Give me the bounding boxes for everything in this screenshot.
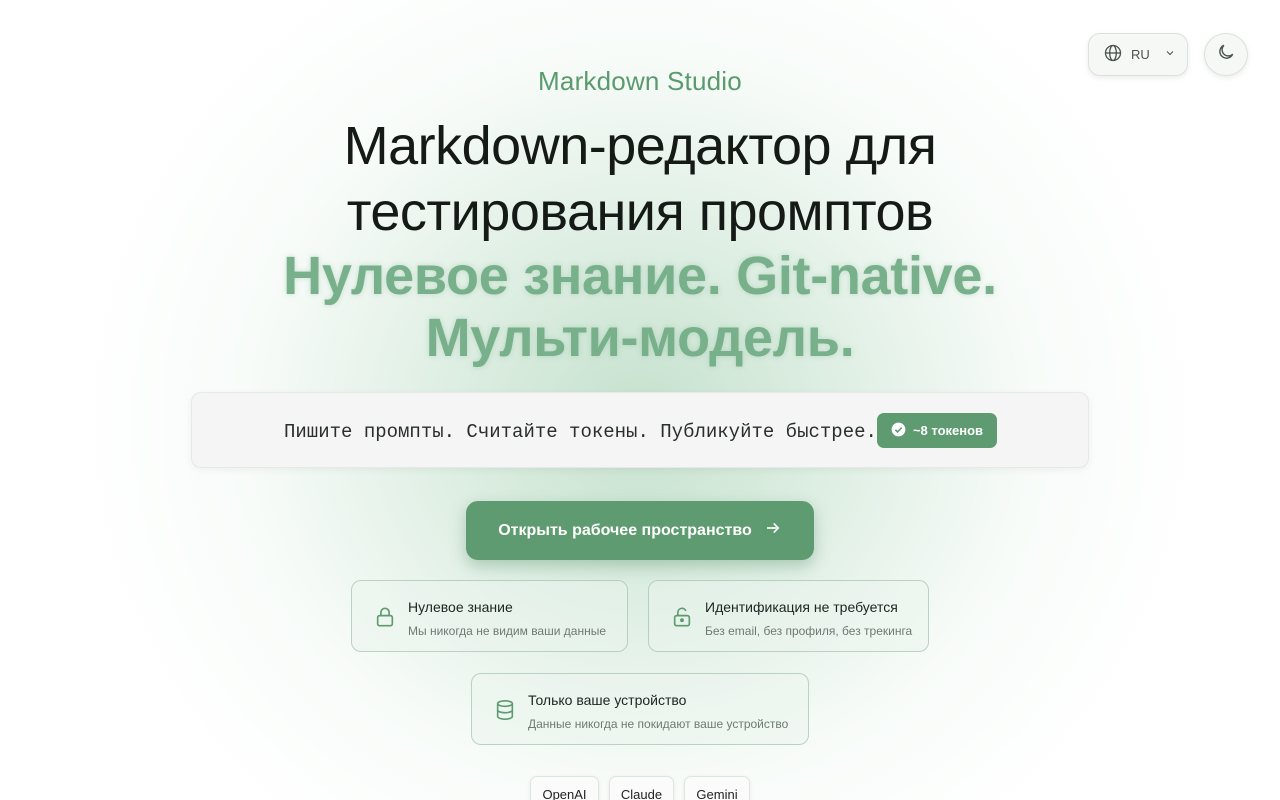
moon-icon [1216,42,1236,67]
model-chip-gemini: Gemini [684,776,750,800]
token-count-badge: ~8 токенов [877,413,997,448]
globe-icon [1103,43,1123,66]
open-workspace-button[interactable]: Открыть рабочее пространство [466,501,814,560]
tagline: Нулевое знание. Git-native. Мульти-модел… [0,245,1280,369]
page-headline: Markdown-редактор для тестирования промп… [0,113,1280,245]
brand-title: Markdown Studio [538,66,742,96]
feature-title: Идентификация не требуется [705,599,898,615]
check-circle-icon [891,422,906,440]
feature-title: Нулевое знание [408,599,513,615]
feature-card-no-identification: Идентификация не требуется Без email, бе… [648,580,929,652]
headline-line-1: Markdown-редактор для [343,116,937,176]
feature-card-zero-knowledge: Нулевое знание Мы никогда не видим ваши … [351,580,628,652]
prompt-demo-text: Пишите промпты. Считайте токены. Публику… [284,421,877,443]
open-workspace-label: Открыть рабочее пространство [498,521,752,539]
prompt-demo-box: Пишите промпты. Считайте токены. Публику… [191,392,1089,468]
model-chip-openai: OpenAI [530,776,599,800]
token-count-label: ~8 токенов [912,423,984,438]
feature-card-device-only: Только ваше устройство Данные никогда не… [471,673,809,745]
tagline-line-2: Мульти-модель. [425,308,855,368]
arrow-right-icon [764,519,782,542]
feature-title: Только ваше устройство [528,692,687,708]
unlock-icon [671,605,693,634]
feature-description: Данные никогда не покидают ваше устройст… [528,717,789,731]
headline-line-2: тестирования промптов [346,182,934,242]
tagline-line-1: Нулевое знание. Git-native. [283,246,997,306]
model-chip-claude: Claude [609,776,674,800]
database-icon [494,698,516,727]
feature-description: Без email, без профиля, без трекинга [705,624,913,638]
language-label: RU [1131,47,1150,62]
chevron-down-icon [1164,47,1176,62]
lock-icon [374,605,396,634]
feature-description: Мы никогда не видим ваши данные [408,624,606,638]
